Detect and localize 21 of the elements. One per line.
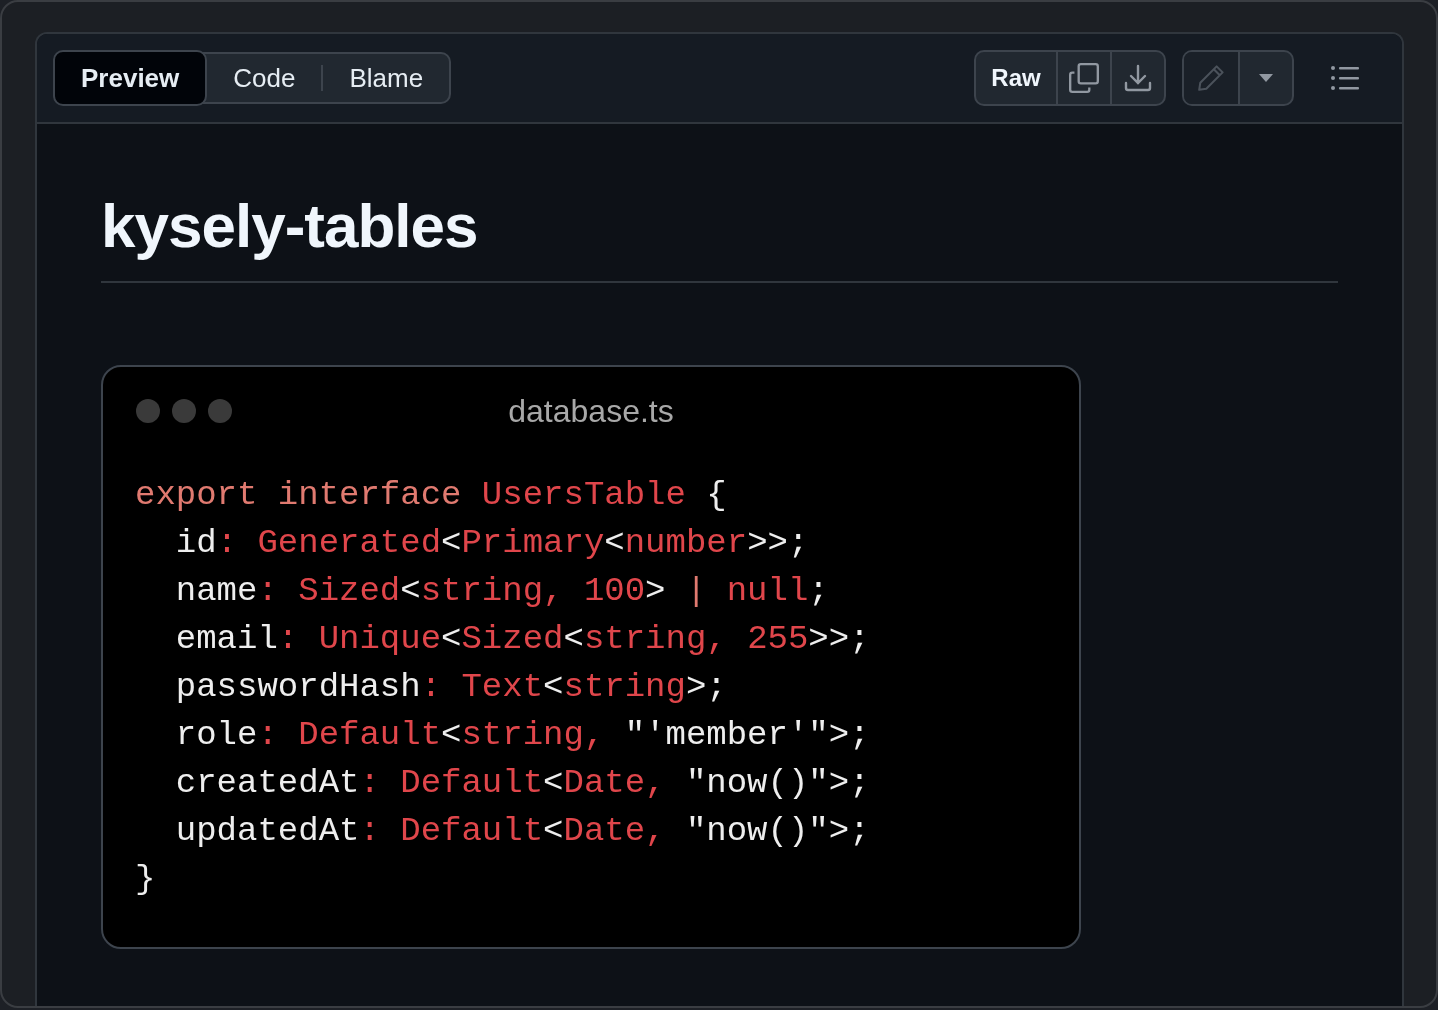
list-icon <box>1330 65 1360 91</box>
code-line: } <box>135 859 156 900</box>
code-line: name: Sized<string, 100> | null; <box>174 571 829 612</box>
code-line: updatedAt: Default<Date, "now()">; <box>174 811 870 852</box>
code-line: passwordHash: Text<string>; <box>174 667 727 708</box>
code-line: email: Unique<Sized<string, 255>>; <box>174 619 870 660</box>
file-name: database.ts <box>508 392 674 430</box>
code-line: role: Default<string, "'member'">; <box>174 715 870 756</box>
view-tab[interactable]: Code <box>207 52 322 104</box>
code-line: createdAt: Default<Date, "now()">; <box>174 763 870 804</box>
readme-heading: kysely-tables <box>101 190 479 262</box>
code-line: id: Generated<Primary<number>>; <box>174 523 809 564</box>
caret-icon <box>1258 73 1274 83</box>
download-icon <box>1122 62 1154 94</box>
code-line: export interface UsersTable { <box>135 475 727 516</box>
view-tab[interactable]: Blame <box>323 52 450 104</box>
raw-button[interactable]: Raw <box>976 52 1056 104</box>
copy-icon <box>1067 61 1101 95</box>
window-dots-icon <box>135 398 233 424</box>
pencil-icon <box>1196 63 1226 93</box>
view-tab[interactable]: Preview <box>53 50 208 106</box>
